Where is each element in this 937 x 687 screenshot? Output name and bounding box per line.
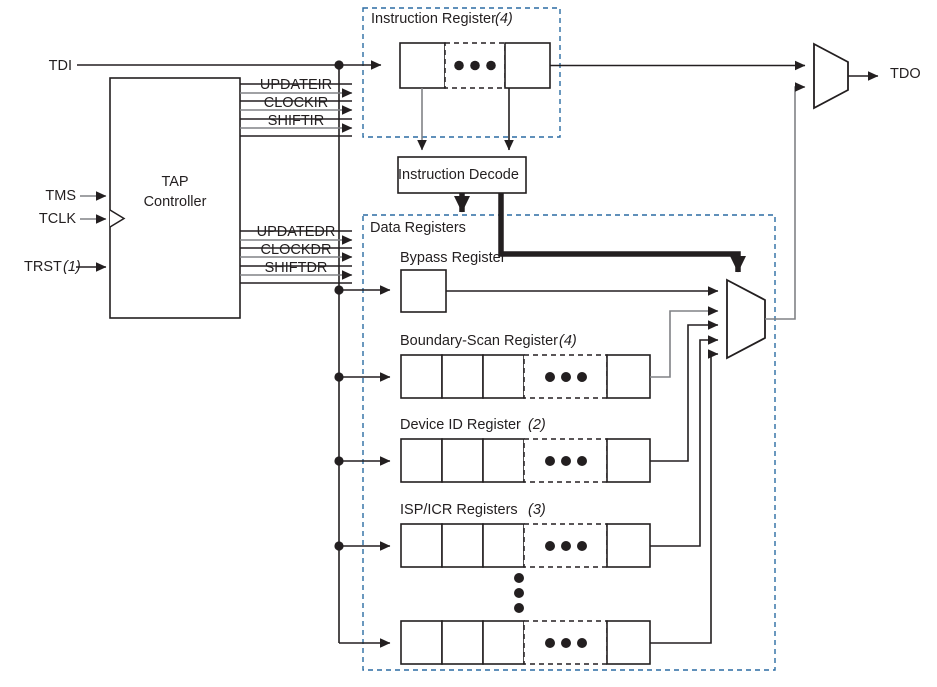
register-cell — [400, 354, 443, 399]
bypass-register-label: Bypass Register — [400, 250, 506, 266]
tclk-label: TCLK — [39, 211, 76, 227]
ellipsis-dot — [561, 541, 571, 551]
device-id-register-label: Device ID Register — [400, 417, 521, 433]
diagram-canvas: TDI TMS TCLK TRST (1) TAP Controller UPD… — [24, 7, 921, 671]
register-cell — [482, 620, 525, 665]
dr-mux-output-to-tdo-mux — [765, 82, 806, 320]
tdo-label: TDO — [890, 66, 921, 82]
register-cell — [400, 620, 443, 665]
boundary-scan-register-label: Boundary-Scan Register — [400, 333, 558, 349]
shiftdr-label: SHIFTDR — [265, 260, 328, 276]
register-cell — [606, 354, 651, 399]
trst-note: (1) — [63, 259, 81, 275]
ellipsis-dot — [577, 638, 587, 648]
register-cell — [606, 438, 651, 483]
tap-controller-label-line1: TAP — [161, 174, 188, 190]
updatedr-label: UPDATEDR — [257, 224, 336, 240]
ellipsis-dot — [577, 541, 587, 551]
register-cell — [441, 438, 484, 483]
tms-label: TMS — [45, 188, 76, 204]
boundary-scan-register-note: (4) — [559, 333, 577, 349]
isp-icr-registers-note: (3) — [528, 502, 546, 518]
tap-controller-label-line2: Controller — [144, 194, 207, 210]
vertical-ellipsis-dot — [514, 588, 524, 598]
isp-icr-to-mux — [650, 335, 719, 547]
ellipsis-dot — [486, 60, 496, 71]
vertical-ellipsis-dot — [514, 573, 524, 583]
vertical-ellipsis-dot — [514, 603, 524, 613]
ellipsis-dot — [561, 372, 571, 382]
ellipsis-dot — [561, 456, 571, 466]
ellipsis-dot — [545, 638, 555, 648]
register-cell — [400, 438, 443, 483]
register-cell — [482, 438, 525, 483]
instruction-register-cell — [504, 42, 551, 89]
instruction-register-cell — [399, 42, 446, 89]
shiftir-label: SHIFTIR — [268, 113, 324, 129]
data-register-multiplexer — [726, 278, 766, 360]
instruction-decode-label: Instruction Decode — [398, 167, 519, 183]
register-cell — [441, 354, 484, 399]
register-cell — [482, 354, 525, 399]
isp-icr-registers-label: ISP/ICR Registers — [400, 502, 518, 518]
bypass-register-box — [400, 269, 447, 313]
device-id-to-mux — [650, 320, 719, 462]
ellipsis-dot — [545, 372, 555, 382]
clockir-label: CLOCKIR — [264, 95, 328, 111]
instruction-register-group-label: Instruction Register — [371, 11, 496, 27]
ellipsis-dot — [561, 638, 571, 648]
decode-select-to-dr-mux — [498, 193, 746, 273]
boundary-scan-to-mux — [650, 306, 719, 378]
ellipsis-dot — [454, 60, 464, 71]
register-cell — [606, 523, 651, 568]
clockdr-label: CLOCKDR — [261, 242, 332, 258]
register-cell — [606, 620, 651, 665]
trst-label: TRST — [24, 259, 62, 275]
ellipsis-dot — [577, 372, 587, 382]
last-register-to-mux — [650, 349, 719, 644]
ellipsis-dot — [545, 456, 555, 466]
ellipsis-dot — [545, 541, 555, 551]
register-cell — [441, 620, 484, 665]
updateir-label: UPDATEIR — [260, 77, 332, 93]
tdo-output-multiplexer — [813, 42, 849, 110]
device-id-register-note: (2) — [528, 417, 546, 433]
ellipsis-dot — [577, 456, 587, 466]
tdi-label: TDI — [49, 58, 72, 74]
instruction-register-group-note: (4) — [495, 11, 513, 27]
register-cell — [441, 523, 484, 568]
register-cell — [400, 523, 443, 568]
data-registers-group-label: Data Registers — [370, 220, 466, 236]
ellipsis-dot — [470, 60, 480, 71]
jtag-tap-block-diagram: TDI TMS TCLK TRST (1) TAP Controller UPD… — [0, 0, 937, 687]
register-cell — [482, 523, 525, 568]
